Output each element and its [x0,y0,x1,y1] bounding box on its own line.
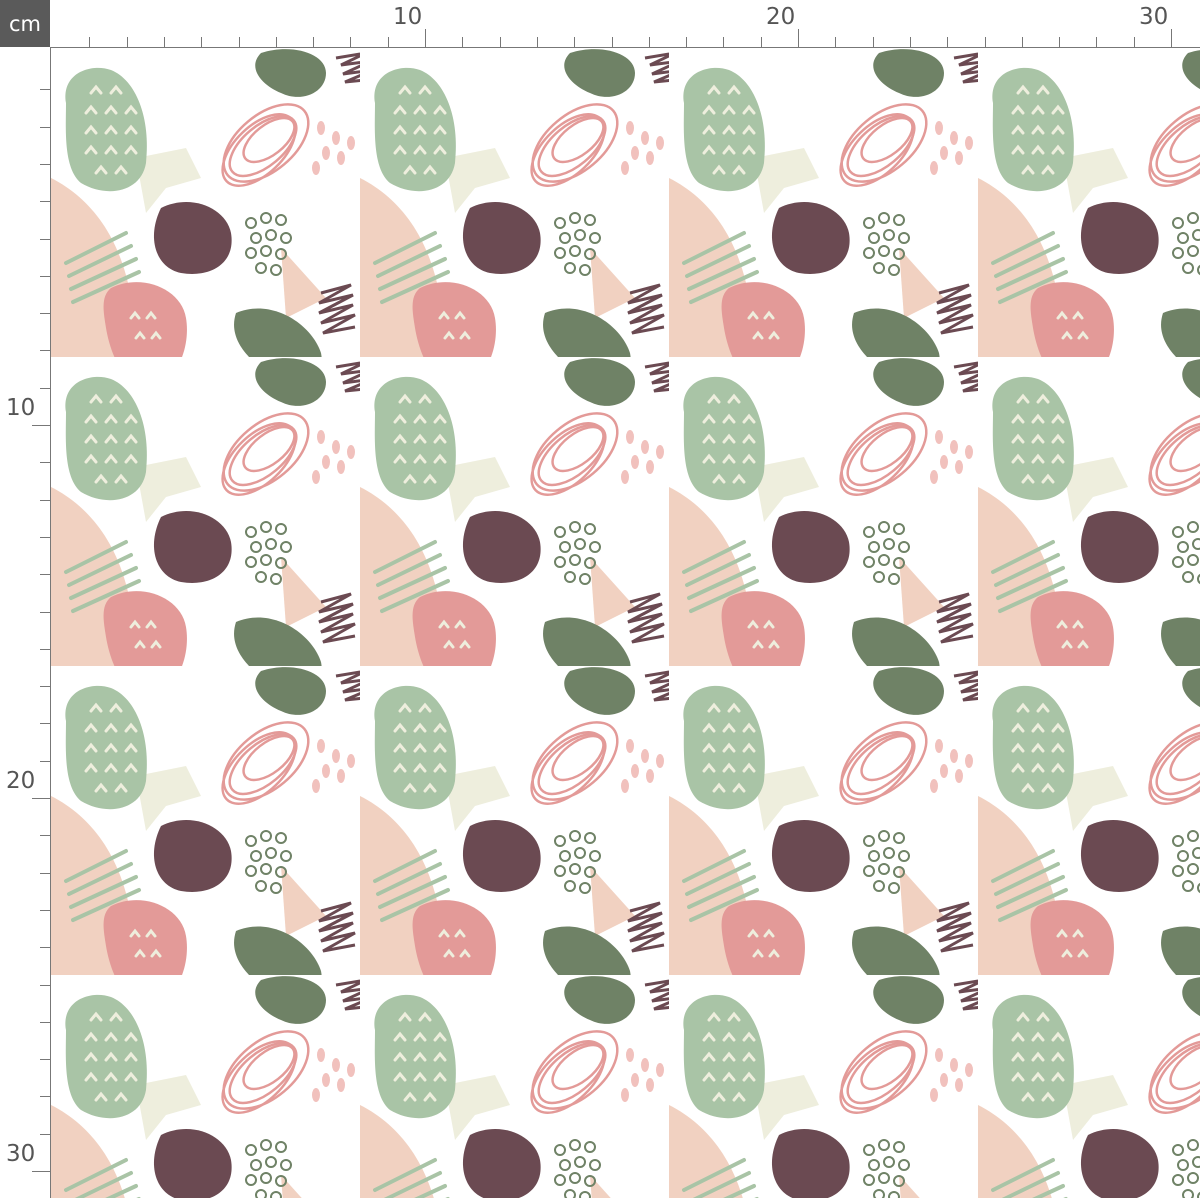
ruler-tick [40,350,50,352]
ruler-tick [909,37,911,47]
ruler-tick [89,37,91,47]
ruler-tick [40,126,50,128]
top-ruler-label: 10 [393,4,423,30]
ruler-tick [574,37,576,47]
ruler-tick [40,1096,50,1098]
ruler-tick [1059,37,1061,47]
fabric-svg [51,48,1200,1198]
ruler-tick [40,909,50,911]
ruler-tick [536,37,538,47]
ruler-tick [499,37,501,47]
ruler-tick [387,37,389,47]
ruler-tick [40,275,50,277]
ruler-tick [462,37,464,47]
ruler-tick [40,686,50,688]
ruler-tick [40,238,50,240]
ruler-major-tick [798,29,799,47]
ruler-tick [40,1021,50,1023]
ruler-tick [201,37,203,47]
ruler-tick [40,499,50,501]
ruler-tick [611,37,613,47]
top-ruler: 10 20 30 [50,0,1200,48]
left-ruler-label: 20 [6,768,36,794]
ruler-tick [760,37,762,47]
ruler-tick [40,760,50,762]
top-ruler-label: 30 [1139,4,1169,30]
ruler-tick [40,387,50,389]
ruler-tick [40,163,50,165]
ruler-tick [40,1059,50,1061]
ruler-tick [313,37,315,47]
ruler-tick [835,37,837,47]
ruler-tick [1133,37,1135,47]
ruler-tick [723,37,725,47]
fabric-pattern [51,48,1200,1198]
ruler-tick [40,1133,50,1135]
ruler-tick [238,37,240,47]
ruler-tick [40,201,50,203]
ruler-tick [40,313,50,315]
ruler-tick [648,37,650,47]
ruler-major-tick [32,1171,50,1172]
ruler-major-tick [32,425,50,426]
ruler-major-tick [1171,29,1172,47]
ruler-tick [40,574,50,576]
ruler-tick [984,37,986,47]
ruler-tick [275,37,277,47]
ruler-tick [1096,37,1098,47]
left-ruler-label: 10 [6,395,36,421]
ruler-tick [872,37,874,47]
ruler-tick [126,37,128,47]
ruler-tick [40,462,50,464]
left-ruler-label: 30 [6,1141,36,1167]
ruler-tick [947,37,949,47]
ruler-tick [40,947,50,949]
ruler-tick [1021,37,1023,47]
left-ruler: 10 20 30 [0,47,51,1198]
ruler-tick [40,89,50,91]
ruler-major-tick [32,798,50,799]
ruler-tick [40,872,50,874]
ruler-tick [40,536,50,538]
ruler-major-tick [425,29,426,47]
unit-badge: cm [0,0,50,47]
ruler-tick [40,648,50,650]
ruler-tick [40,835,50,837]
ruler-tick [40,984,50,986]
ruler-tick [163,37,165,47]
ruler-tick [686,37,688,47]
ruler-tick [40,723,50,725]
fabric-repeat [51,48,1200,1198]
ruler-tick [350,37,352,47]
ruler-tick [40,611,50,613]
top-ruler-label: 20 [766,4,796,30]
